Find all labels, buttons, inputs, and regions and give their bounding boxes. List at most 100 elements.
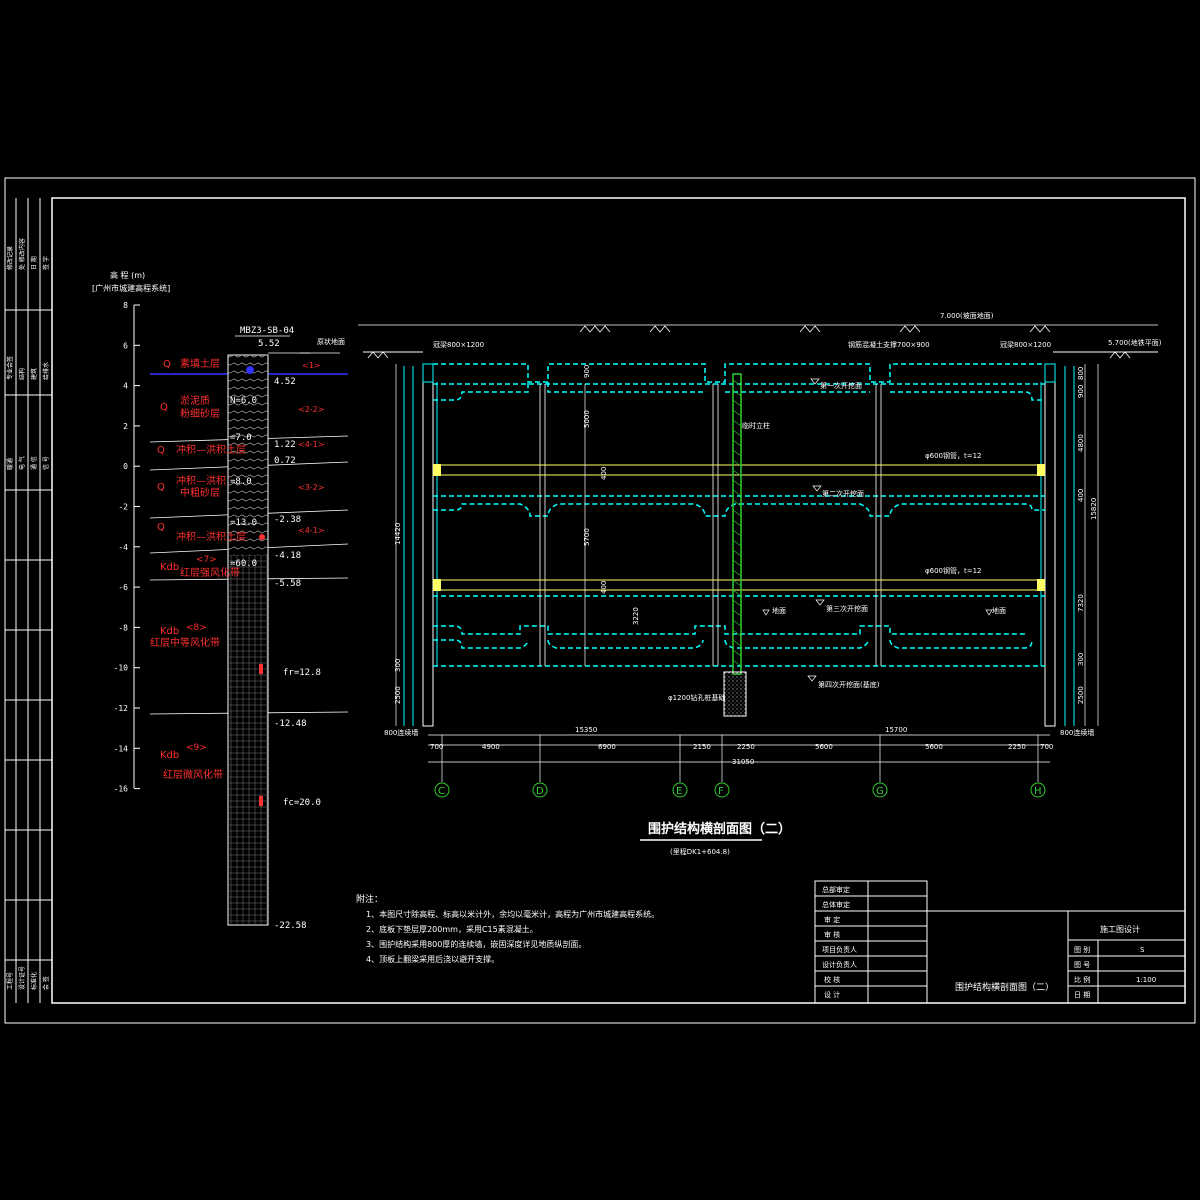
- bottom-dim-6: 5600: [925, 743, 943, 751]
- soil-tag-3: <3-2>: [298, 483, 324, 492]
- left-dim-2: 2500: [394, 686, 402, 704]
- tb-left-2: 审 定: [824, 915, 840, 924]
- tb-right-label-0: 图 别: [1074, 945, 1090, 954]
- inner-dim-3: 5700: [583, 528, 591, 546]
- left-dim-0: 14420: [394, 523, 402, 545]
- section-title: 围护结构横剖面图（二）: [648, 821, 791, 837]
- borehole-n2: =7.0: [230, 433, 252, 443]
- inner-dim-4: 400: [600, 581, 608, 594]
- borehole-column: MBZ3-SB-04 5.52 原状地面 N=6.0 =7.0 =8.0 =13…: [227, 326, 345, 926]
- note-3: 4、顶板上翻梁采用后浇以避开支撑。: [366, 954, 499, 964]
- tb-left-6: 校 核: [824, 975, 840, 984]
- bottom-dim-0: 700: [430, 743, 443, 751]
- borehole-fr: fr=12.8: [283, 668, 321, 678]
- bottom-dim-5: 5600: [815, 743, 833, 751]
- soil-label-5: <7>: [196, 555, 217, 565]
- side-text-7: 给排水: [42, 362, 50, 380]
- wall-right-label: 800连续墙: [1060, 728, 1094, 737]
- soil-code-4: Q: [157, 522, 165, 533]
- water-label-2: 地面: [992, 606, 1006, 615]
- borehole-surface-label: 原状地面: [317, 337, 345, 346]
- side-text-0: 修改记录: [6, 246, 14, 270]
- note-2: 3、围护结构采用800厚的连续墙，嵌固深度详见地质纵剖面。: [366, 939, 586, 949]
- outer-frame: [4, 177, 1196, 1024]
- soil-label2-7: 红层微风化带: [163, 768, 223, 781]
- tb-stage: 施工图设计: [1100, 924, 1140, 934]
- tb-left-4: 项目负责人: [822, 945, 857, 954]
- side-text-1: 处 修改内容: [18, 238, 26, 270]
- soil-tag-1: <2-2>: [298, 405, 324, 414]
- bottom-dim-2: 6900: [598, 743, 616, 751]
- soil-code-6: Kdb: [160, 626, 179, 637]
- elev-tick-label-8: -8: [118, 623, 128, 632]
- axis-label-4: G: [876, 786, 884, 797]
- layer-elev-3: -2.38: [274, 515, 301, 525]
- note-0: 1、本图尺寸除高程、标高以米计外，余均以毫米计，高程为广州市城建高程系统。: [366, 909, 659, 919]
- inner-dim-2: 400: [600, 467, 608, 480]
- axis-label-1: D: [536, 786, 544, 797]
- section-surface-label: 7.000(坡面地面): [940, 311, 994, 320]
- crown-left: 冠梁800×1200: [433, 340, 484, 349]
- layer-elev-0: 4.52: [274, 377, 296, 387]
- layer-elev-1: 1.22: [274, 440, 296, 450]
- layer-elevations: 4.52 1.22 0.72 -2.38 -4.18 -5.58 -12.48 …: [274, 377, 307, 931]
- layer-elev-5: -5.58: [274, 579, 301, 589]
- side-text-14: 标准化: [30, 972, 38, 990]
- tb-left-5: 设计负责人: [822, 960, 857, 969]
- side-text-11: 信 号: [42, 456, 50, 470]
- title-block: 总部审定 总体审定 审 定 审 核 项目负责人 设计负责人 校 核 设 计 施工…: [814, 880, 1185, 1004]
- elev-tick-label-6: -4: [118, 543, 128, 552]
- wall-left-label: 800连续墙: [384, 728, 418, 737]
- left-dim-1: 300: [394, 659, 402, 672]
- bottom-dim-4: 2250: [737, 743, 755, 751]
- borehole-id: MBZ3-SB-04: [240, 326, 294, 336]
- elev-tick-label-4: 0: [123, 462, 128, 471]
- elevation-axis-subtitle: [广州市城建高程系统]: [92, 283, 170, 293]
- bottom-dim-1: 4900: [482, 743, 500, 751]
- axis-label-5: H: [1034, 786, 1042, 797]
- soil-label2-3: 中粗砂层: [180, 486, 220, 499]
- borehole-n1: N=6.0: [230, 396, 257, 406]
- tb-right-label-1: 图 号: [1074, 961, 1090, 969]
- exc3-label: 第三次开挖面: [826, 604, 868, 613]
- soil-code-3: Q: [157, 482, 165, 493]
- water-label-1: 地面: [772, 606, 786, 615]
- borehole-n3: =8.0: [230, 477, 252, 487]
- elev-tick-label-3: 2: [123, 422, 128, 431]
- elev-tick-label-11: -14: [114, 744, 129, 753]
- bottom-upper-dim-1: 15700: [885, 726, 907, 734]
- total-dim: 31050: [732, 758, 754, 766]
- soil-tag-0: <1>: [302, 361, 321, 370]
- side-text-10: 通 信: [30, 456, 38, 470]
- tb-left-1: 总体审定: [822, 900, 850, 909]
- right-dim-1: 900: [1077, 385, 1085, 398]
- axis-label-2: E: [676, 786, 682, 797]
- tb-right-value-0: S: [1140, 946, 1145, 954]
- side-text-4: 专业会签: [6, 356, 14, 380]
- bottom-upper-dim-0: 15350: [575, 726, 597, 734]
- inner-frame: [51, 197, 1186, 1004]
- notes: 附注： 1、本图尺寸除高程、标高以米计外，余均以毫米计，高程为广州市城建高程系统…: [356, 893, 659, 964]
- bottom-dim-7: 2250: [1008, 743, 1026, 751]
- soil-label-2: 冲积—洪积土层: [176, 443, 246, 456]
- right-dim-7: 2500: [1077, 686, 1085, 704]
- soil-code-1: Q: [160, 402, 168, 413]
- tb-left-0: 总部审定: [822, 885, 850, 894]
- inner-dim-0: 900: [583, 365, 591, 378]
- soil-tag-2: <4-1>: [298, 440, 324, 449]
- side-strip: 修改记录 处 修改内容 日 期 签 字 专业会签 结构 建筑 给排水 暖通 电 …: [5, 198, 52, 1003]
- soil-label2-6: 红层中等风化带: [150, 636, 220, 649]
- exc2-label: 第二次开挖面: [822, 489, 864, 498]
- right-dim-5: 7320: [1077, 594, 1085, 612]
- elev-tick-label-10: -12: [114, 704, 129, 713]
- side-text-13: 设计证号: [18, 966, 26, 990]
- side-text-15: 会 签: [42, 976, 50, 990]
- elevation-axis-title: 高 程 (m): [110, 270, 145, 280]
- soil-label-1: 淤泥质: [180, 394, 210, 407]
- side-text-5: 结构: [18, 368, 26, 380]
- notes-heading: 附注：: [356, 893, 383, 905]
- soil-label2-1: 粉细砂层: [180, 407, 220, 420]
- inner-dim-1: 5000: [583, 410, 591, 428]
- side-text-6: 建筑: [30, 368, 38, 380]
- layer-elev-4: -4.18: [274, 551, 301, 561]
